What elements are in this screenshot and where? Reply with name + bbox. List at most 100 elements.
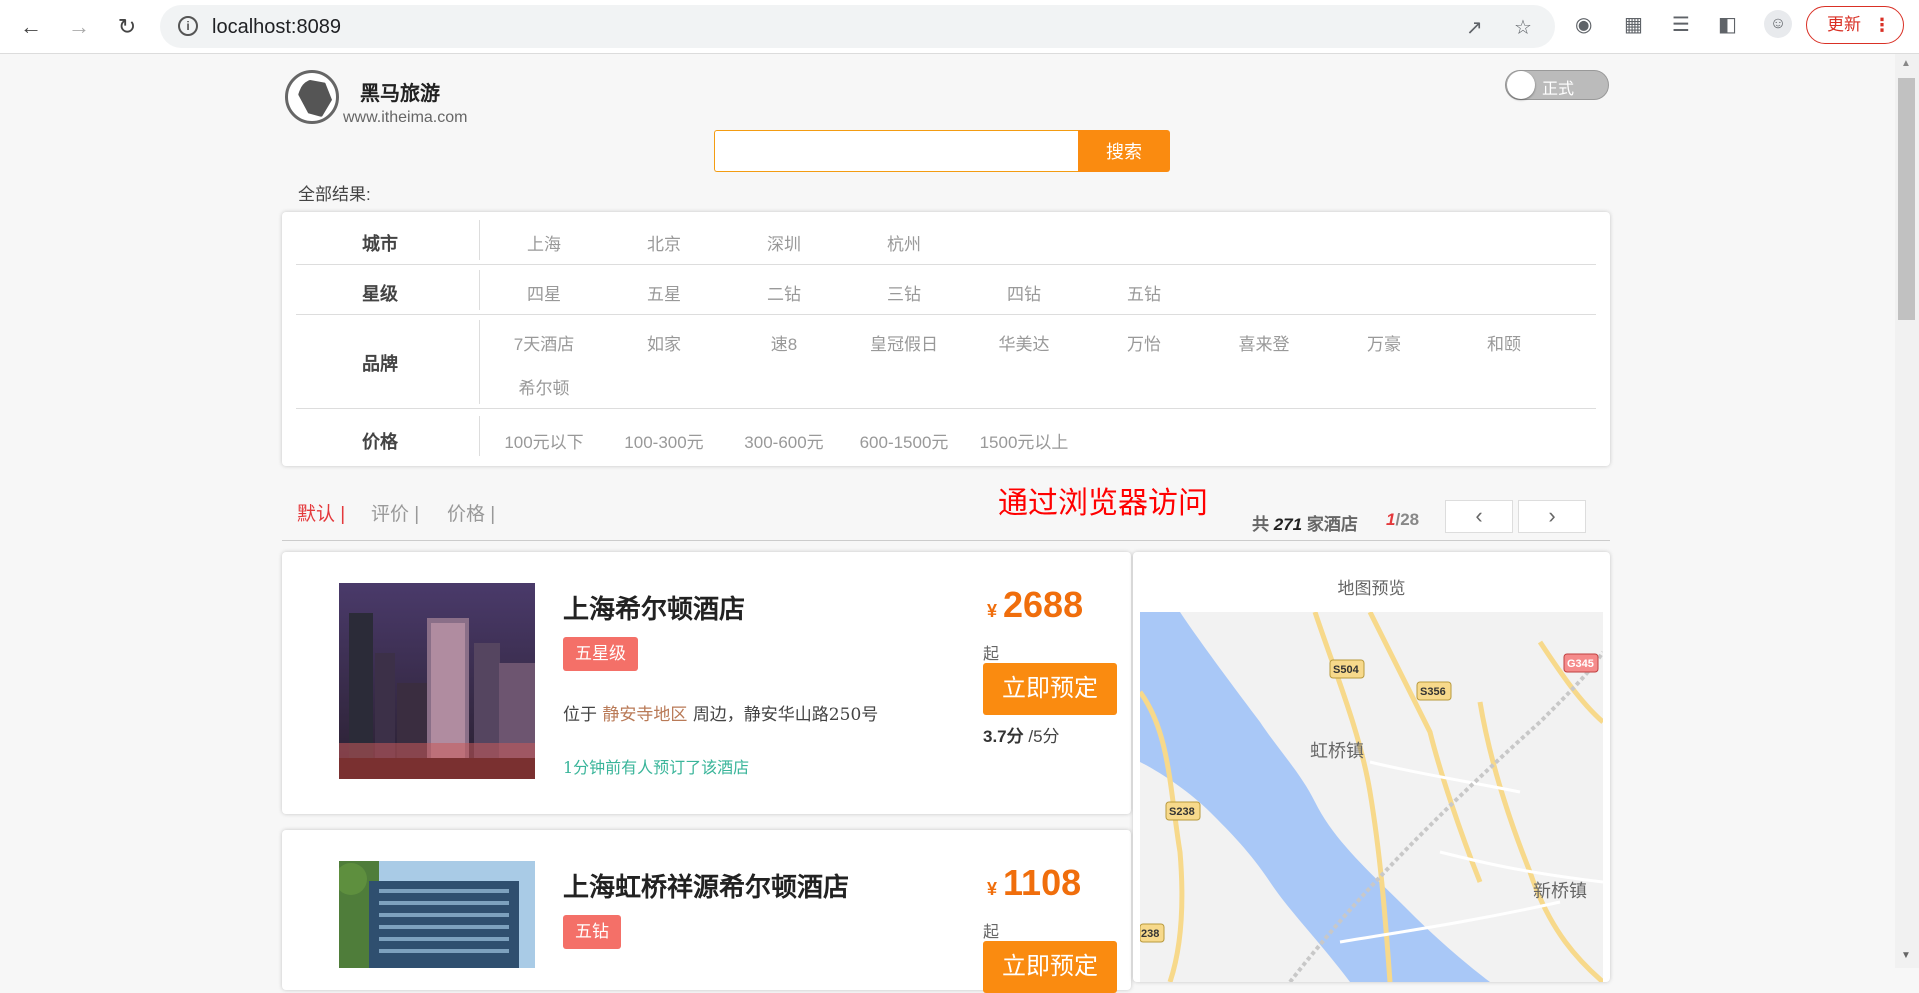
side-panel-icon[interactable]: ◧ — [1718, 12, 1737, 37]
update-label: 更新 — [1827, 15, 1861, 34]
filter-row-city: 城市 上海 北京 深圳 杭州 — [296, 212, 1596, 265]
search-input[interactable] — [714, 130, 1078, 172]
reload-icon[interactable]: ↻ — [112, 12, 142, 42]
filter-option-brand[interactable]: 希尔顿 — [484, 374, 604, 399]
filter-option-city[interactable]: 深圳 — [724, 230, 844, 255]
result-suffix: 家酒店 — [1306, 515, 1358, 534]
filter-option-price[interactable]: 600-1500元 — [844, 428, 964, 453]
filter-option-price[interactable]: 1500元以上 — [964, 428, 1084, 453]
filter-option-brand[interactable]: 万怡 — [1084, 330, 1204, 355]
prev-page-button[interactable]: ‹ — [1445, 500, 1513, 533]
page-indicator: 1/28 — [1386, 510, 1419, 530]
filter-option-brand[interactable]: 7天酒店 — [484, 330, 604, 355]
currency-symbol: ¥ — [987, 879, 998, 899]
filter-option-star[interactable]: 四星 — [484, 280, 604, 305]
search-button[interactable]: 搜索 — [1078, 130, 1170, 172]
hotel-name[interactable]: 上海希尔顿酒店 — [563, 589, 745, 626]
menu-dots-icon[interactable]: ⋮ — [1873, 7, 1891, 43]
price-value: 1108 — [1003, 862, 1082, 903]
filter-option-brand[interactable]: 万豪 — [1324, 330, 1444, 355]
filter-option-star[interactable]: 五星 — [604, 280, 724, 305]
hotel-card: 上海虹桥祥源希尔顿酒店 五钻 ¥1108 起 立即预定 — [282, 830, 1131, 993]
browser-toolbar: ← → ↻ i localhost:8089 ↗ ☆ ◉ ▦ ☰ ◧ ☺ 更新 … — [0, 0, 1919, 54]
map-label-xinqiao: 新桥镇 — [1533, 881, 1587, 902]
filter-option-star[interactable]: 三钻 — [844, 280, 964, 305]
map-label-hongqiao: 虹桥镇 — [1310, 741, 1364, 762]
filter-row-star: 星级 四星 五星 二钻 三钻 四钻 五钻 — [296, 264, 1596, 315]
filter-option-star[interactable]: 四钻 — [964, 280, 1084, 305]
filter-option-star[interactable]: 二钻 — [724, 280, 844, 305]
price-from-label: 起 — [983, 924, 1000, 941]
sort-price[interactable]: 价格 | — [447, 499, 495, 526]
hotel-price: ¥2688 — [987, 584, 1083, 626]
filter-option-price[interactable]: 100-300元 — [604, 428, 724, 453]
puzzle-icon[interactable]: ▦ — [1624, 12, 1643, 37]
hotel-address: 位于 静安寺地区 周边，静安华山路250号 — [563, 700, 878, 725]
filter-option-price[interactable]: 100元以下 — [484, 428, 604, 453]
addr-prefix: 位于 — [563, 705, 597, 725]
back-icon[interactable]: ← — [16, 12, 46, 42]
hotel-name[interactable]: 上海虹桥祥源希尔顿酒店 — [563, 867, 849, 904]
toggle-knob — [1507, 71, 1535, 99]
scroll-up-arrow-icon[interactable]: ▲ — [1901, 58, 1911, 69]
filter-option-price[interactable]: 300-600元 — [724, 428, 844, 453]
profile-avatar-icon[interactable]: ☺ — [1764, 10, 1792, 38]
hotel-image[interactable] — [339, 583, 535, 779]
filter-option-brand[interactable]: 速8 — [724, 330, 844, 355]
toggle-label: 正式 — [1542, 81, 1575, 98]
filter-label-star: 星级 — [362, 284, 398, 304]
all-results-label: 全部结果: — [298, 185, 371, 204]
currency-symbol: ¥ — [987, 601, 998, 621]
address-bar[interactable]: i localhost:8089 ↗ ☆ — [160, 5, 1555, 48]
extension-icon[interactable]: ◉ — [1575, 12, 1592, 37]
filter-option-city[interactable]: 上海 — [484, 230, 604, 255]
hotel-image[interactable] — [339, 861, 535, 968]
map-label-238: 238 — [1141, 928, 1159, 940]
brand-name: 黑马旅游 — [360, 83, 440, 105]
filter-option-star[interactable]: 五钻 — [1084, 280, 1204, 305]
filter-row-brand: 品牌 7天酒店 如家 速8 皇冠假日 华美达 万怡 喜来登 万豪 和颐 希尔顿 — [296, 314, 1596, 409]
site-logo-icon[interactable] — [285, 70, 339, 124]
book-now-button[interactable]: 立即预定 — [983, 941, 1117, 993]
sort-default[interactable]: 默认 | — [297, 499, 345, 526]
filter-label-city: 城市 — [362, 234, 398, 254]
filter-option-brand[interactable]: 如家 — [604, 330, 724, 355]
share-icon[interactable]: ↗ — [1466, 15, 1483, 40]
sort-rating[interactable]: 评价 | — [371, 499, 419, 526]
filter-option-brand[interactable]: 皇冠假日 — [844, 330, 964, 355]
env-toggle[interactable]: 正式 — [1505, 70, 1609, 100]
filter-row-price: 价格 100元以下 100-300元 300-600元 600-1500元 15… — [296, 408, 1596, 464]
hotel-price: ¥1108 — [987, 862, 1081, 904]
filter-label-brand: 品牌 — [362, 354, 398, 374]
map-label-s504: S504 — [1333, 664, 1360, 676]
map-label-g345: G345 — [1567, 658, 1594, 670]
price-value: 2688 — [1003, 584, 1084, 625]
filter-option-city[interactable]: 北京 — [604, 230, 724, 255]
map-preview-card: 地图预览 S504 S356 G345 S238 238 虹桥镇 新桥镇 — [1133, 552, 1610, 982]
scrollbar-thumb[interactable] — [1898, 78, 1915, 320]
scroll-down-arrow-icon[interactable]: ▼ — [1901, 950, 1911, 961]
filter-label-price: 价格 — [362, 432, 398, 452]
filter-option-brand[interactable]: 喜来登 — [1204, 330, 1324, 355]
next-page-button[interactable]: › — [1518, 500, 1586, 533]
update-button[interactable]: 更新 ⋮ — [1806, 6, 1904, 44]
bookmark-star-icon[interactable]: ☆ — [1514, 15, 1532, 40]
map-view[interactable]: S504 S356 G345 S238 238 虹桥镇 新桥镇 — [1140, 612, 1603, 982]
brand-url: www.itheima.com — [343, 109, 468, 126]
filter-option-brand[interactable]: 华美达 — [964, 330, 1084, 355]
address-url[interactable]: localhost:8089 — [212, 16, 341, 39]
media-queue-icon[interactable]: ☰ — [1672, 12, 1690, 37]
forward-icon[interactable]: → — [64, 12, 94, 42]
result-count: 271 — [1273, 515, 1303, 534]
addr-rest: 周边，静安华山路250号 — [692, 705, 879, 725]
hotel-booking-notice: 1分钟前有人预订了该酒店 — [563, 758, 750, 777]
filter-panel: 城市 上海 北京 深圳 杭州 星级 四星 五星 二钻 三钻 四钻 五钻 品牌 7… — [282, 212, 1610, 466]
site-info-icon[interactable]: i — [178, 16, 198, 36]
filter-option-brand[interactable]: 和颐 — [1444, 330, 1564, 355]
page-total: /28 — [1395, 510, 1420, 529]
hotel-card: 上海希尔顿酒店 五星级 位于 静安寺地区 周边，静安华山路250号 1分钟前有人… — [282, 552, 1131, 814]
book-now-button[interactable]: 立即预定 — [983, 663, 1117, 715]
filter-option-city[interactable]: 杭州 — [844, 230, 964, 255]
score-value: 3.7分 — [983, 727, 1024, 746]
sort-divider — [282, 540, 1610, 541]
